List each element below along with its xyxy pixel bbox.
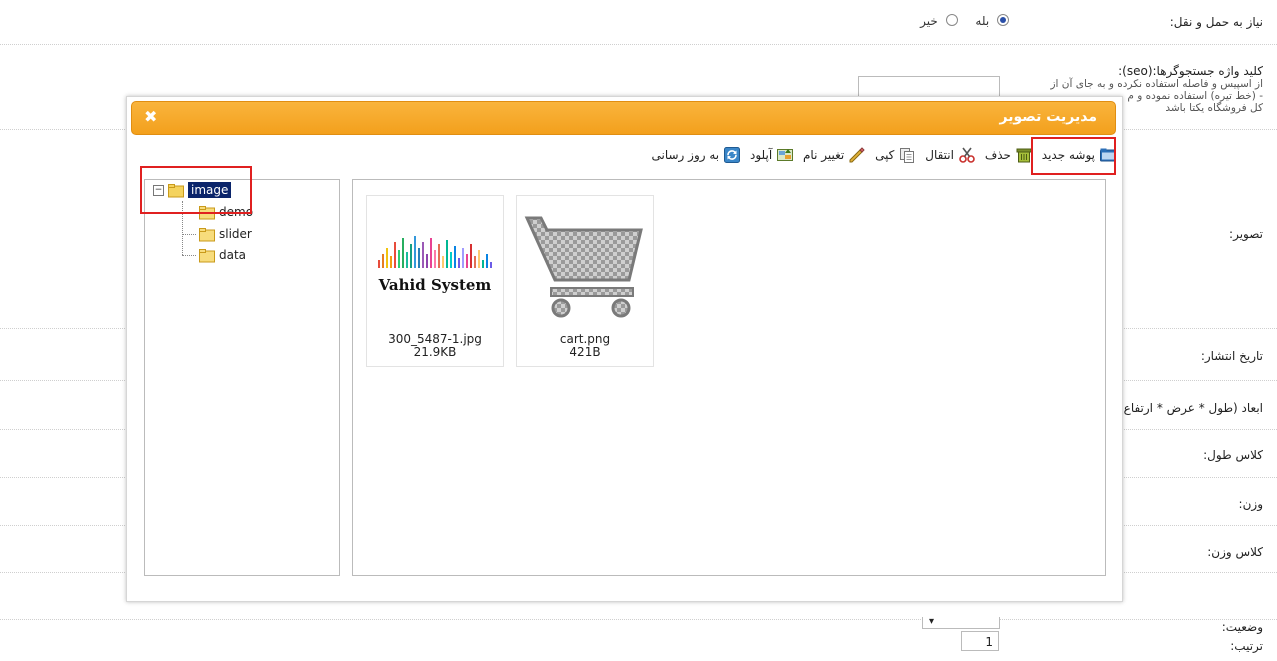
folder-icon: [199, 248, 215, 262]
tree-guide-line: [182, 212, 196, 213]
trash-icon: [1016, 148, 1032, 163]
tree-guide-line: [182, 255, 196, 256]
upload-icon: [777, 149, 794, 161]
dialog-title: مدیریت تصویر: [999, 109, 1097, 125]
new-folder-label: پوشه جدید: [1041, 148, 1095, 162]
file-name: 300_5487-1.jpg: [388, 332, 482, 346]
scissors-icon: [959, 147, 975, 163]
upload-label: آپلود: [749, 148, 773, 162]
tree-node-image[interactable]: − image: [153, 182, 232, 198]
tree-node-label: slider: [219, 227, 252, 241]
file-thumbnail: Vahid System: [367, 208, 503, 326]
seo-help-line-1: از اسپیس و فاصله استفاده نکرده و به جای …: [1050, 78, 1263, 90]
tree-node-slider[interactable]: slider: [199, 227, 252, 242]
tree-node-data[interactable]: data: [199, 248, 246, 263]
refresh-icon: [724, 147, 741, 163]
collapse-icon[interactable]: −: [153, 185, 164, 196]
delete-label: حذف: [984, 148, 1011, 162]
file-name: cart.png: [559, 332, 611, 346]
order-label: ترتیب:: [1230, 639, 1263, 653]
cart-icon: [524, 216, 643, 318]
logo-text: Vahid System: [378, 276, 492, 294]
upload-button[interactable]: آپلود: [749, 147, 794, 163]
dialog-toolbar: پوشه جدید حذف انتقال کپی تغییر نام آپلود…: [646, 147, 1116, 163]
pencil-icon: [849, 147, 865, 163]
file-item[interactable]: Vahid System 300_5487-1.jpg 21.9KB: [366, 195, 504, 367]
folder-tree-panel: − image demo slider data: [144, 179, 340, 576]
rename-label: تغییر نام: [803, 148, 845, 162]
move-button[interactable]: انتقال: [925, 147, 975, 163]
delete-button[interactable]: حذف: [985, 147, 1032, 163]
order-input[interactable]: 1: [961, 631, 999, 651]
refresh-button[interactable]: به روز رسانی: [652, 147, 741, 163]
vahid-system-logo: Vahid System: [378, 236, 492, 294]
image-label: تصویر:: [1229, 227, 1263, 241]
file-size: 21.9KB: [413, 345, 457, 359]
tree-guide-line: [182, 201, 183, 255]
move-label: انتقال: [925, 148, 954, 162]
length-class-label: کلاس طول:: [1203, 448, 1263, 462]
folder-icon: [199, 205, 215, 219]
close-button[interactable]: ✖: [144, 108, 157, 126]
publish-date-label: تاریخ انتشار:: [1200, 349, 1263, 363]
file-size: 421B: [569, 345, 601, 359]
file-thumbnail: [517, 208, 653, 326]
rename-button[interactable]: تغییر نام: [803, 147, 865, 163]
new-folder-button[interactable]: پوشه جدید: [1042, 147, 1116, 163]
row-order: ترتیب:: [0, 620, 1277, 661]
row-shipping: نیاز به حمل و نقل: بله خیر: [0, 0, 1277, 45]
shipping-radio-group: بله خیر: [920, 14, 1013, 28]
radio-no[interactable]: [945, 14, 958, 26]
folder-icon: [199, 227, 215, 241]
copy-icon: [900, 148, 915, 163]
tree-guide-line: [182, 234, 196, 235]
shipping-label: نیاز به حمل و نقل:: [1169, 15, 1263, 29]
files-panel: Vahid System 300_5487-1.jpg 21.9KB cart.…: [352, 179, 1106, 576]
radio-yes-label: بله: [975, 14, 990, 28]
copy-button[interactable]: کپی: [875, 147, 915, 163]
weight-class-label: کلاس وزن:: [1207, 545, 1263, 559]
folder-open-icon: [168, 183, 184, 197]
tree-root-label: image: [188, 182, 232, 198]
radio-no-label: خیر: [920, 14, 938, 28]
weight-label: وزن:: [1238, 497, 1263, 511]
dialog-titlebar[interactable]: مدیریت تصویر ✖: [131, 101, 1116, 135]
file-item[interactable]: cart.png 421B: [516, 195, 654, 367]
seo-label: کلید واژه جستجوگرها:(seo):: [1118, 64, 1263, 78]
folder-icon: [1100, 148, 1116, 162]
refresh-label: به روز رسانی: [651, 148, 720, 162]
dimensions-label: ابعاد (طول * عرض * ارتفاع: [1123, 401, 1263, 415]
tree-node-label: data: [219, 248, 247, 262]
tree-node-demo[interactable]: demo: [199, 205, 253, 220]
copy-label: کپی: [875, 148, 895, 162]
radio-yes[interactable]: [997, 14, 1009, 26]
image-manager-dialog: مدیریت تصویر ✖ پوشه جدید حذف انتقال کپی …: [126, 96, 1123, 602]
tree-node-label: demo: [219, 205, 254, 219]
